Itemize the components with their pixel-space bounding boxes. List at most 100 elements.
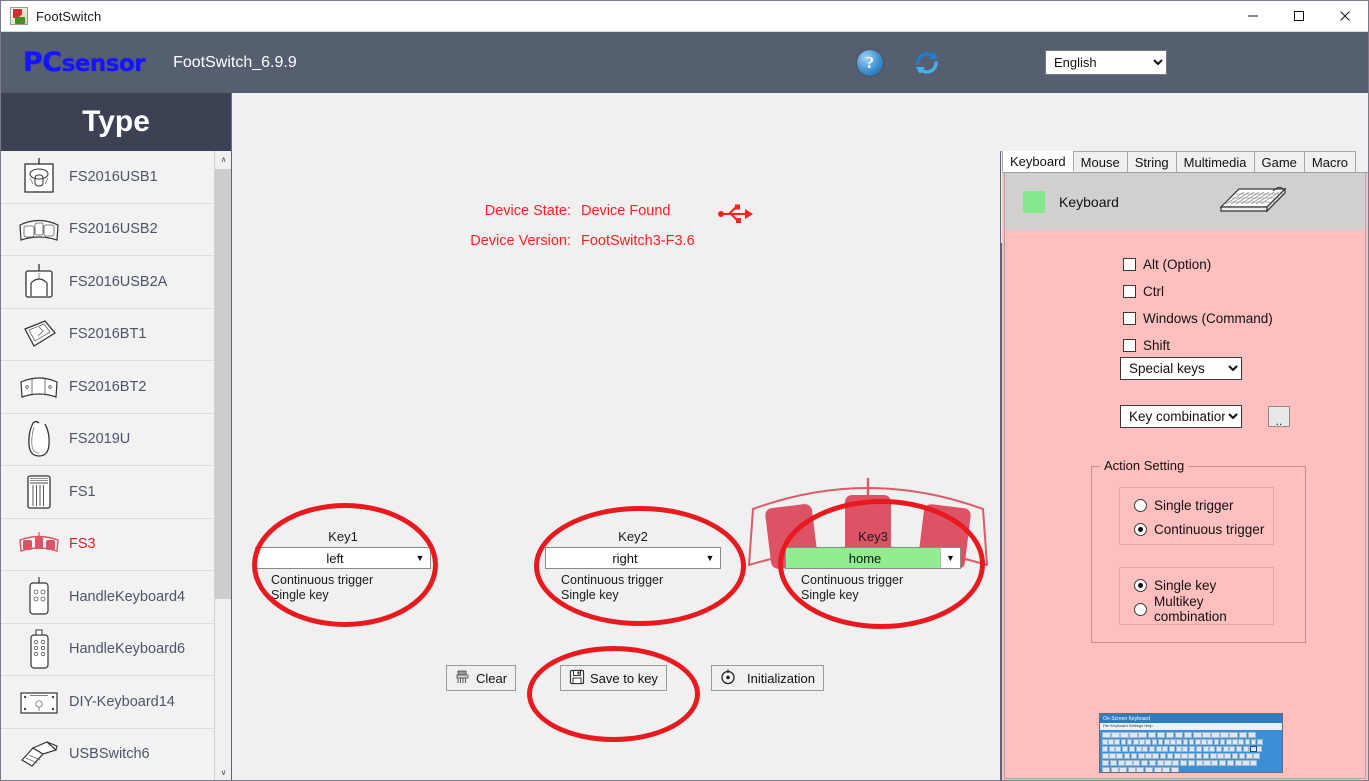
modifier-label: Alt (Option) — [1143, 257, 1212, 272]
modifier-checkbox-list: Alt (Option) Ctrl Windows (Command) Shift — [1123, 251, 1273, 359]
device-state-row: Device State: Device Found — [233, 203, 1000, 219]
key-group-key2: Key2 right ▼ Continuous trigger Single key — [533, 529, 733, 603]
chevron-down-icon[interactable]: ▼ — [940, 548, 960, 568]
sidebar-scroll-up-icon[interactable]: ∧ — [215, 151, 231, 168]
trigger-mode-radiogroup: Single trigger Continuous trigger — [1119, 487, 1274, 545]
initialization-button[interactable]: Initialization — [711, 665, 824, 691]
key-trigger-mode: Continuous trigger — [271, 573, 374, 587]
tab-game[interactable]: Game — [1253, 151, 1305, 172]
on-screen-keyboard-preview[interactable]: On-Screen Keyboard File Keyboard Setting… — [1099, 713, 1283, 773]
modifier-label: Windows (Command) — [1143, 311, 1273, 326]
modifier-row-alt[interactable]: Alt (Option) — [1123, 251, 1273, 278]
key-action-select-key2[interactable]: right ▼ — [545, 547, 721, 569]
sidebar-item-fs2016usb2a[interactable]: FS2016USB2A — [1, 256, 215, 309]
sidebar-scroll-thumb[interactable] — [215, 169, 231, 599]
sidebar-item-label: FS2016BT2 — [69, 378, 147, 395]
tab-multimedia[interactable]: Multimedia — [1175, 151, 1255, 172]
clear-brush-icon — [455, 669, 471, 688]
sidebar-item-diy-keyboard14[interactable]: DIY-Keyboard14 — [1, 676, 215, 729]
checkbox-ctrl[interactable] — [1123, 285, 1136, 298]
sidebar-item-fs3[interactable]: FS3 — [1, 518, 215, 571]
keyboard-mode-bar: Keyboard — [1005, 173, 1365, 230]
radio-single-key[interactable] — [1134, 578, 1147, 592]
device-version-row: Device Version: FootSwitch3-F3.6 — [233, 233, 1000, 249]
chevron-down-icon[interactable]: ▼ — [410, 548, 430, 568]
key-action-select-key3[interactable]: home ▼ — [785, 547, 961, 569]
action-setting-group: Action Setting Single trigger Continuous… — [1091, 458, 1306, 643]
minimize-button[interactable] — [1230, 1, 1276, 32]
tab-string[interactable]: String — [1126, 151, 1177, 172]
tab-macro[interactable]: Macro — [1303, 151, 1357, 172]
refresh-icon[interactable] — [913, 49, 941, 77]
checkbox-windows[interactable] — [1123, 312, 1136, 325]
sidebar-item-handlekeyboard4[interactable]: HandleKeyboard4 — [1, 571, 215, 624]
radio-continuous-trigger-label: Continuous trigger — [1154, 521, 1265, 537]
sidebar-item-fs2019u[interactable]: FS2019U — [1, 413, 215, 466]
radio-single-trigger[interactable] — [1134, 498, 1147, 512]
sidebar-item-fs2016usb1[interactable]: FS2016USB1 — [1, 151, 215, 204]
radio-row-multikey-combination[interactable]: Multikey combination — [1134, 594, 1273, 624]
key-action-select-key1[interactable]: left ▼ — [255, 547, 431, 569]
sidebar-item-label: HandleKeyboard6 — [69, 641, 186, 658]
chevron-down-icon[interactable]: ▼ — [700, 548, 720, 568]
help-icon[interactable]: ? — [856, 49, 883, 76]
sidebar-item-fs2016bt1[interactable]: FS2016BT1 — [1, 308, 215, 361]
sidebar-item-handlekeyboard6[interactable]: HandleKeyboard6 — [1, 623, 215, 676]
column-headers: Type Introduction Function — [1, 93, 1368, 780]
sidebar-scrollbar[interactable]: ∧ ∨ — [214, 151, 231, 780]
tab-keyboard[interactable]: Keyboard — [1002, 151, 1074, 172]
logo-pc: PC — [23, 47, 62, 78]
column-header-type: Type — [1, 93, 232, 151]
close-button[interactable] — [1322, 1, 1368, 32]
sidebar-item-usbswitch6[interactable]: USBSwitch6 — [1, 728, 215, 780]
osk-menubar: File Keyboard Settings Help — [1100, 723, 1282, 730]
handle-kb6-icon — [17, 629, 61, 669]
sidebar-scroll-down-icon[interactable]: ∨ — [215, 764, 231, 780]
key-combination-select[interactable]: Key combination — [1120, 405, 1242, 428]
sidebar-item-fs2016bt2[interactable]: FS2016BT2 — [1, 361, 215, 414]
maximize-button[interactable] — [1276, 1, 1322, 32]
checkbox-alt[interactable] — [1123, 258, 1136, 271]
more-options-button[interactable]: .. — [1268, 406, 1290, 427]
device-version-value: FootSwitch3-F3.6 — [581, 233, 695, 249]
initialization-label: Initialization — [747, 670, 815, 686]
radio-single-trigger-label: Single trigger — [1154, 497, 1234, 513]
tab-mouse[interactable]: Mouse — [1072, 151, 1128, 172]
osk-titlebar: On-Screen Keyboard — [1100, 714, 1282, 723]
radio-continuous-trigger[interactable] — [1134, 522, 1147, 536]
sidebar-item-label: FS3 — [69, 536, 96, 553]
language-select[interactable]: English — [1045, 50, 1167, 75]
radio-row-single-trigger[interactable]: Single trigger — [1134, 493, 1273, 517]
pedal-bt2-icon — [17, 367, 61, 407]
introduction-panel: Device State: Device Found Device Versio… — [233, 151, 1001, 780]
logo-sensor: sensor — [61, 51, 146, 77]
sidebar-item-label: FS2016USB2A — [69, 273, 168, 290]
pedal-fs3-icon — [17, 524, 61, 564]
radio-multikey-combination[interactable] — [1134, 602, 1147, 616]
key-group-key3: Key3 home ▼ Continuous trigger Single key — [773, 529, 973, 603]
pcsensor-logo: PCsensor — [23, 47, 146, 78]
modifier-row-ctrl[interactable]: Ctrl — [1123, 278, 1273, 305]
usb-icon — [717, 203, 753, 230]
key-description: Continuous trigger Single key — [243, 573, 443, 603]
radio-row-continuous-trigger[interactable]: Continuous trigger — [1134, 517, 1273, 541]
special-keys-select[interactable]: Special keys — [1120, 357, 1242, 380]
modifier-row-shift[interactable]: Shift — [1123, 332, 1273, 359]
clear-button[interactable]: Clear — [446, 665, 517, 691]
key-mode-radiogroup: Single key Multikey combination — [1119, 567, 1274, 625]
clear-button-label: Clear — [476, 670, 508, 686]
modifier-row-windows[interactable]: Windows (Command) — [1123, 305, 1273, 332]
key-name-label: Key2 — [618, 529, 648, 544]
sidebar-item-label: FS2016USB2 — [69, 221, 158, 238]
floppy-save-icon — [569, 669, 585, 688]
window-controls — [1230, 1, 1368, 32]
device-info-block: Device State: Device Found Device Versio… — [233, 203, 1000, 263]
sidebar-item-fs2016usb2[interactable]: FS2016USB2 — [1, 203, 215, 256]
save-to-key-button[interactable]: Save to key — [560, 665, 667, 691]
titlebar: FootSwitch — [1, 1, 1368, 32]
device-type-sidebar: FS2016USB1 FS2016USB2 FS2016USB2A FS2016BT1… — [1, 151, 232, 780]
osk-title: On-Screen Keyboard — [1103, 716, 1150, 722]
checkbox-shift[interactable] — [1123, 339, 1136, 352]
mode-label: Keyboard — [1059, 193, 1119, 210]
sidebar-item-fs1[interactable]: FS1 — [1, 466, 215, 519]
